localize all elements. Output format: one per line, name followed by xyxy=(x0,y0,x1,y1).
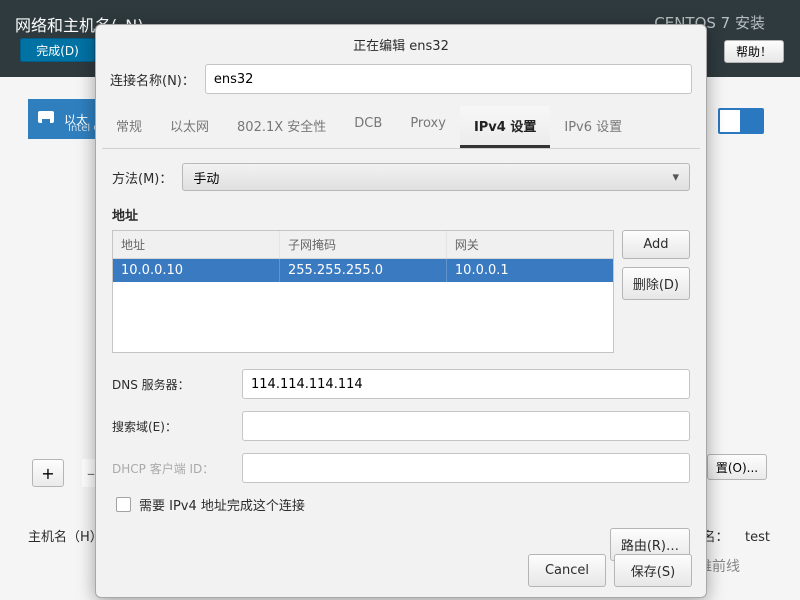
dialog-title: 正在编辑 ens32 xyxy=(96,25,706,60)
tab-bar: 常规 以太网 802.1X 安全性 DCB Proxy IPv4 设置 IPv6… xyxy=(102,106,700,149)
col-address: 地址 xyxy=(113,231,280,258)
tab-general[interactable]: 常规 xyxy=(102,106,156,148)
ethernet-icon xyxy=(34,105,58,133)
dns-input[interactable] xyxy=(242,369,690,399)
cell-netmask: 255.255.255.0 xyxy=(280,259,447,282)
tab-ipv4[interactable]: IPv4 设置 xyxy=(460,106,550,148)
table-row[interactable]: 10.0.0.10 255.255.255.0 10.0.0.1 xyxy=(113,259,613,282)
cell-address: 10.0.0.10 xyxy=(113,259,280,282)
done-button[interactable]: 完成(D) xyxy=(20,38,95,62)
dns-label: DNS 服务器： xyxy=(112,376,242,393)
current-hostname: 名： test xyxy=(702,526,770,545)
search-domains-label: 搜索域(E)： xyxy=(112,418,242,435)
chevron-down-icon: ▾ xyxy=(672,170,679,185)
method-value: 手动 xyxy=(193,168,219,187)
address-table-header: 地址 子网掩码 网关 xyxy=(113,231,613,259)
cell-gateway: 10.0.0.1 xyxy=(447,259,613,282)
tab-ipv6[interactable]: IPv6 设置 xyxy=(550,106,636,148)
col-netmask: 子网掩码 xyxy=(280,231,447,258)
dhcp-client-id-label: DHCP 客户端 ID： xyxy=(112,460,242,477)
hostname-label: 主机名（H） xyxy=(28,526,103,545)
method-label: 方法(M)： xyxy=(112,168,172,187)
hostname-value: test xyxy=(745,530,770,545)
col-gateway: 网关 xyxy=(447,231,613,258)
add-connection-button[interactable]: + xyxy=(32,459,64,487)
help-button[interactable]: 帮助！ xyxy=(724,40,784,63)
addresses-heading: 地址 xyxy=(96,199,706,230)
tab-proxy[interactable]: Proxy xyxy=(396,106,460,148)
require-ipv4-checkbox[interactable] xyxy=(116,497,131,512)
delete-address-button[interactable]: 删除(D) xyxy=(622,267,690,300)
dhcp-client-id-input xyxy=(242,453,690,483)
address-table[interactable]: 地址 子网掩码 网关 10.0.0.10 255.255.255.0 10.0.… xyxy=(112,230,614,353)
connection-toggle[interactable] xyxy=(718,108,764,134)
connection-name-label: 连接名称(N)： xyxy=(110,70,195,89)
cancel-button[interactable]: Cancel xyxy=(528,554,606,587)
configure-button[interactable]: 置(O)... xyxy=(707,454,767,480)
edit-connection-dialog: 正在编辑 ens32 连接名称(N)： 常规 以太网 802.1X 安全性 DC… xyxy=(95,24,707,598)
search-domains-input[interactable] xyxy=(242,411,690,441)
tab-dcb[interactable]: DCB xyxy=(340,106,396,148)
require-ipv4-label: 需要 IPv4 地址完成这个连接 xyxy=(139,495,305,514)
table-empty-space xyxy=(113,282,613,352)
save-button[interactable]: 保存(S) xyxy=(614,554,692,587)
tab-8021x[interactable]: 802.1X 安全性 xyxy=(223,106,340,148)
toggle-knob xyxy=(740,110,762,132)
method-select[interactable]: 手动 ▾ xyxy=(182,163,690,191)
tab-ethernet[interactable]: 以太网 xyxy=(156,106,223,148)
connection-name-input[interactable] xyxy=(205,64,692,94)
add-address-button[interactable]: Add xyxy=(622,230,690,259)
